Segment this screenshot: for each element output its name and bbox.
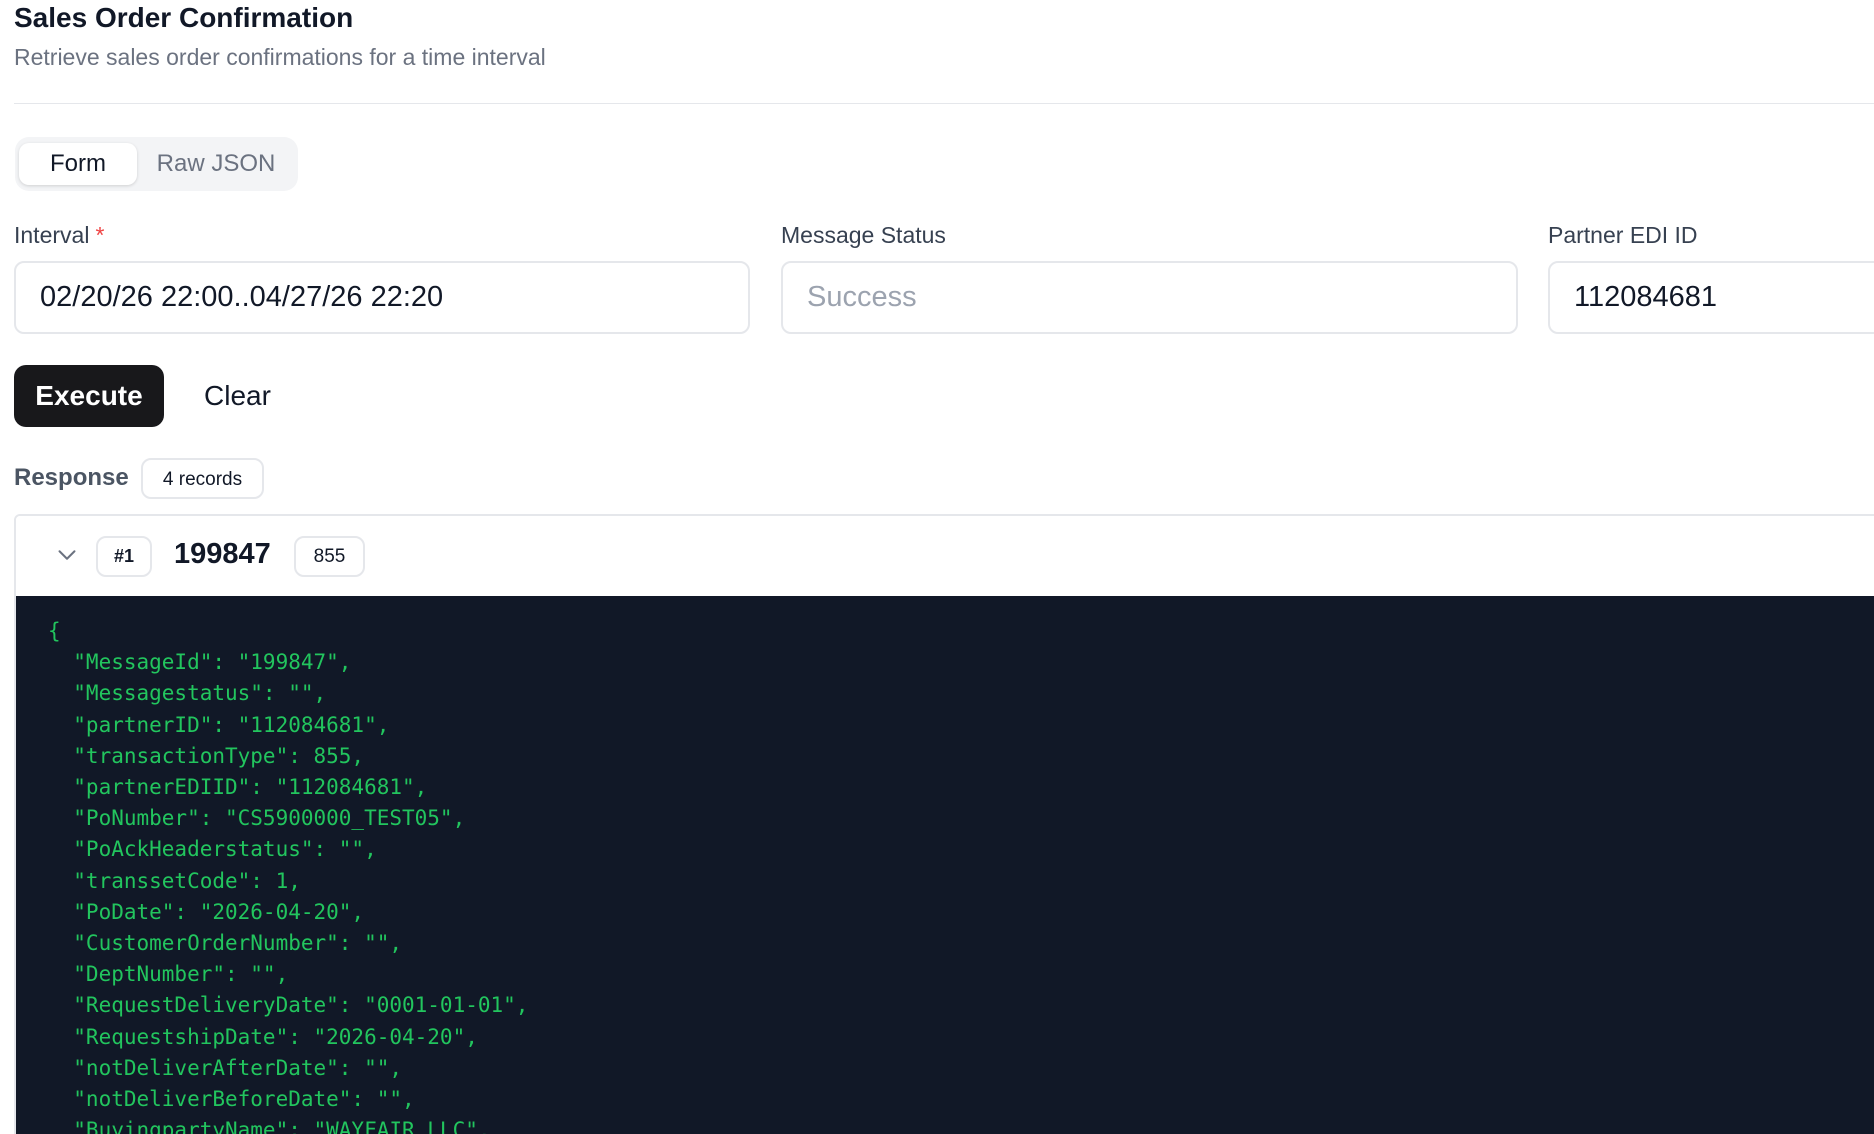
- page-title: Sales Order Confirmation: [14, 2, 354, 33]
- record-index-badge: #1: [96, 536, 152, 577]
- json-line: "transsetCode": 1,: [48, 868, 301, 893]
- json-line: "PoDate": "2026-04-20",: [48, 899, 365, 924]
- json-line: "notDeliverBeforeDate": "",: [48, 1087, 415, 1112]
- json-line: "RequestDeliveryDate": "0001-01-01",: [48, 993, 529, 1018]
- record-header[interactable]: #1 199847 855: [16, 516, 1874, 596]
- message-status-label: Message Status: [781, 222, 946, 248]
- json-line: "transactionType": 855,: [48, 743, 365, 768]
- json-line: "Messagestatus": "",: [48, 681, 327, 706]
- execute-button[interactable]: Execute: [14, 365, 164, 427]
- interval-label-text: Interval: [14, 222, 90, 248]
- json-line: "RequestshipDate": "2026-04-20",: [48, 1024, 478, 1049]
- json-line: "MessageId": "199847",: [48, 650, 352, 675]
- record-message-id: 199847: [174, 538, 271, 570]
- interval-label: Interval *: [14, 222, 104, 249]
- page-subtitle: Retrieve sales order confirmations for a…: [14, 44, 546, 70]
- tab-form[interactable]: Form: [19, 143, 137, 185]
- json-line: "BuyingpartyName": "WAYFAIR LLC",: [48, 1118, 491, 1134]
- json-line: "CustomerOrderNumber": "",: [48, 931, 403, 956]
- required-marker: *: [95, 222, 105, 248]
- json-line: "notDeliverAfterDate": "",: [48, 1055, 403, 1080]
- json-line: {: [48, 619, 61, 643]
- json-line: "partnerID": "112084681",: [48, 712, 390, 737]
- json-line: "partnerEDIID": "112084681",: [48, 775, 428, 800]
- page-header: Sales Order Confirmation Retrieve sales …: [14, 0, 1874, 104]
- transaction-type-badge: 855: [294, 536, 365, 577]
- clear-button[interactable]: Clear: [188, 365, 288, 427]
- chevron-down-icon[interactable]: [52, 540, 82, 570]
- response-label: Response: [14, 464, 129, 491]
- records-count-badge: 4 records: [141, 458, 264, 499]
- tab-raw-json[interactable]: Raw JSON: [141, 143, 291, 185]
- json-line: "PoNumber": "CS5900000_TEST05",: [48, 806, 466, 831]
- interval-input[interactable]: [14, 261, 750, 334]
- record-card: #1 199847 855 { "MessageId": "199847", "…: [14, 514, 1874, 1134]
- json-line: "DeptNumber": "",: [48, 962, 289, 987]
- page: Sales Order Confirmation Retrieve sales …: [0, 0, 1874, 1134]
- partner-edi-id-label: Partner EDI ID: [1548, 222, 1698, 248]
- message-status-input[interactable]: [781, 261, 1518, 334]
- json-line: "PoAckHeaderstatus": "",: [48, 837, 377, 862]
- view-mode-tabs: Form Raw JSON: [15, 137, 298, 191]
- partner-edi-id-input[interactable]: [1548, 261, 1874, 334]
- record-json-viewer: { "MessageId": "199847", "Messagestatus"…: [16, 596, 1874, 1134]
